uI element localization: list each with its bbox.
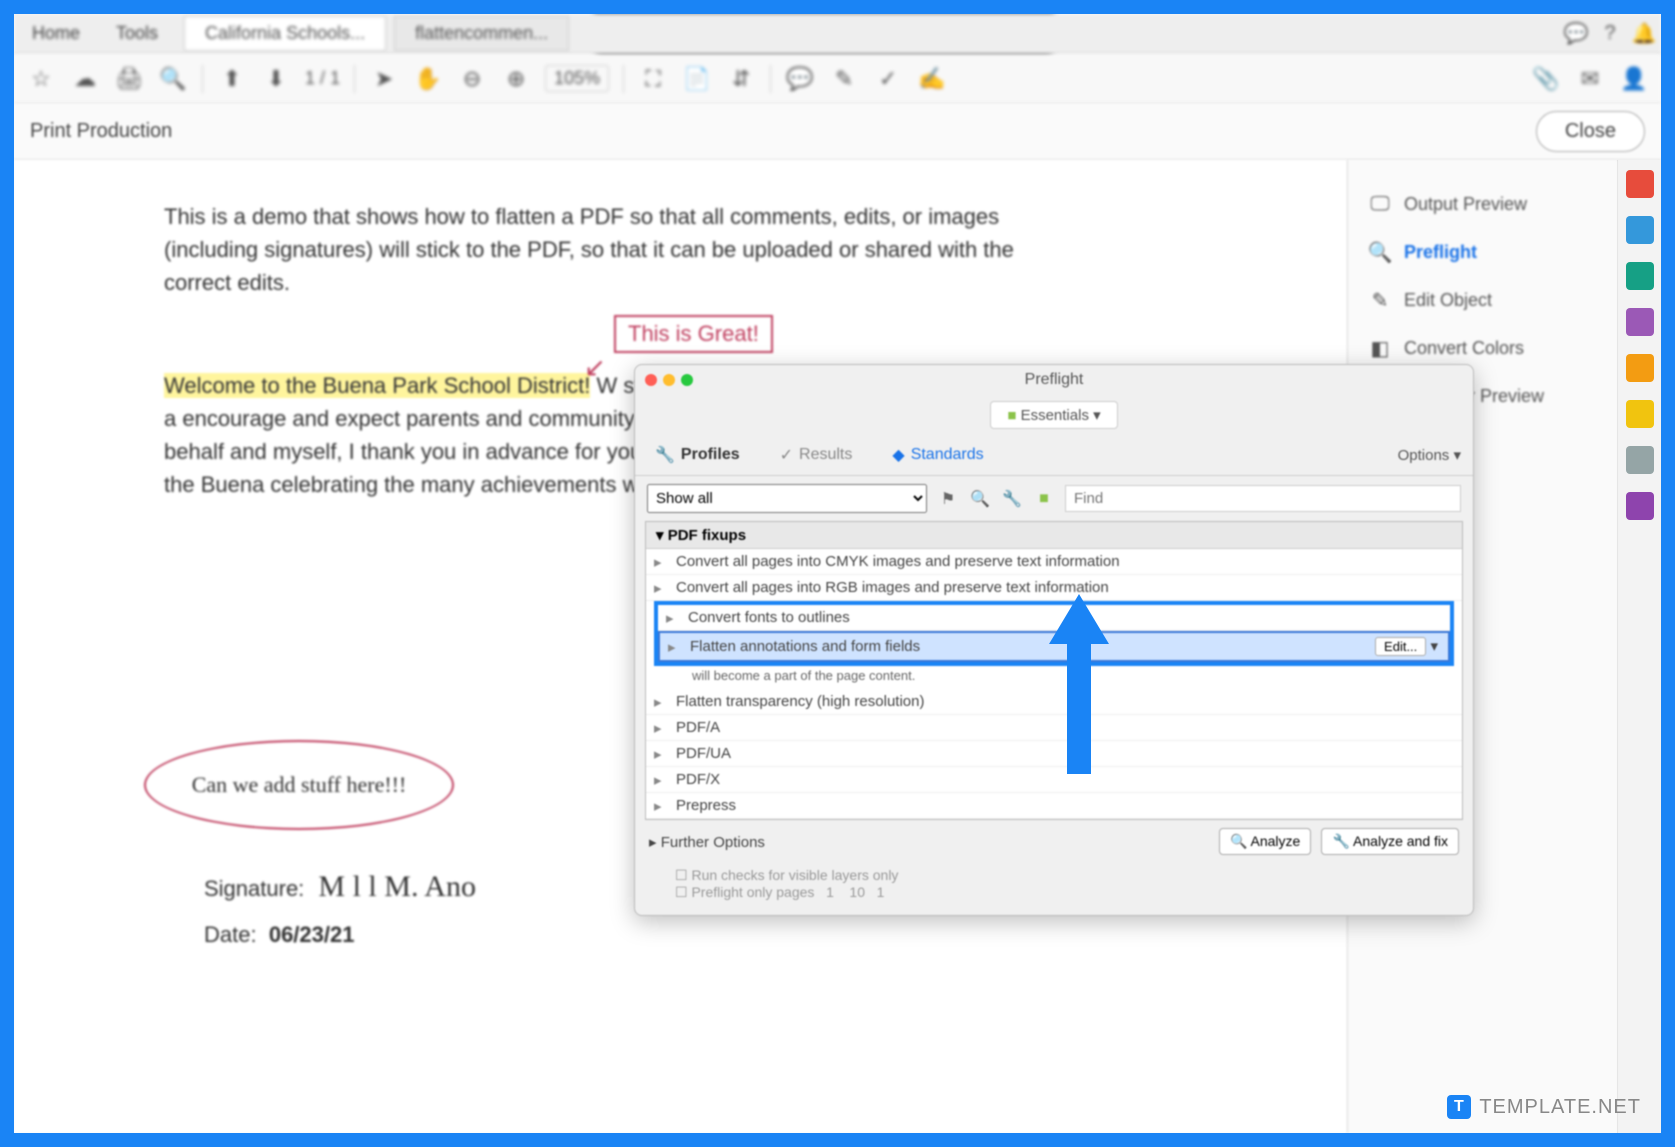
item-prepress[interactable]: Prepress — [646, 793, 1462, 819]
tab-profiles[interactable]: 🔧 Profiles — [647, 441, 748, 469]
pf-title: Preflight — [1025, 371, 1084, 389]
essentials-dropdown[interactable]: ■ Essentials ▾ — [990, 401, 1117, 429]
close-window-icon[interactable] — [645, 374, 657, 386]
further-options[interactable]: ▸ Further Options — [649, 833, 765, 851]
star-icon[interactable]: ☆ — [26, 64, 56, 94]
colors-icon: ◧ — [1368, 336, 1392, 360]
cloud-icon[interactable]: ☁ — [70, 64, 100, 94]
strip-icon-4[interactable] — [1626, 308, 1654, 336]
tab-california[interactable]: California Schools... — [184, 16, 386, 51]
fit-icon[interactable]: ⛶ — [638, 64, 668, 94]
item-pdfa[interactable]: PDF/A — [646, 715, 1462, 741]
pf-list: ▾ PDF fixups Convert all pages into CMYK… — [645, 521, 1463, 820]
find-input[interactable] — [1065, 485, 1461, 512]
strip-icon-1[interactable] — [1626, 170, 1654, 198]
zoom-out-icon[interactable]: ⊖ — [457, 64, 487, 94]
item-outlines[interactable]: Convert fonts to outlines — [658, 605, 1450, 631]
strip-icon-5[interactable] — [1626, 354, 1654, 382]
item-pdfua[interactable]: PDF/UA — [646, 741, 1462, 767]
stamp-icon[interactable]: ✓ — [873, 64, 903, 94]
hand-icon[interactable]: ✋ — [413, 64, 443, 94]
tab-standards[interactable]: ◆ Standards — [884, 441, 991, 469]
sidebar-item-output-preview[interactable]: 🖵Output Preview — [1360, 180, 1605, 228]
print-production-bar: Print Production Close — [14, 104, 1661, 160]
item-rgb[interactable]: Convert all pages into RGB images and pr… — [646, 575, 1462, 601]
close-button[interactable]: Close — [1536, 111, 1645, 152]
toolbar: ☆ ☁ 🖨 🔍 ⬆ ⬇ 1 / 1 ➤ ✋ ⊖ ⊕ 105% ⛶ 📄 ⇵ 💬 ✎… — [14, 54, 1661, 104]
callout-annotation[interactable]: This is Great! — [614, 315, 773, 353]
tabs-row: Home Tools California Schools... flatten… — [14, 14, 1661, 54]
zoom-in-icon[interactable]: ⊕ — [501, 64, 531, 94]
page-indicator: 1 / 1 — [305, 68, 340, 89]
strip-icon-6[interactable] — [1626, 400, 1654, 428]
watermark-text: TEMPLATE.NET — [1479, 1096, 1641, 1119]
tab-flatten[interactable]: flattencommen... — [394, 16, 569, 51]
item-cmyk[interactable]: Convert all pages into CMYK images and p… — [646, 549, 1462, 575]
minimize-window-icon[interactable] — [663, 374, 675, 386]
menu-tools[interactable]: Tools — [98, 23, 176, 44]
pf-options[interactable]: Options ▾ — [1398, 446, 1461, 464]
sig-value: M l l M. Ano — [318, 870, 476, 903]
strip-icon-7[interactable] — [1626, 446, 1654, 474]
preflight-dialog: Preflight ■ Essentials ▾ 🔧 Profiles ✓ Re… — [634, 364, 1474, 916]
doc-para1: This is a demo that shows how to flatten… — [164, 200, 1064, 299]
date-value: 06/23/21 — [269, 922, 355, 947]
callout-arrow-icon: ↙ — [584, 352, 606, 383]
page-icon[interactable]: 📄 — [682, 64, 712, 94]
strip-icon-8[interactable] — [1626, 492, 1654, 520]
maximize-window-icon[interactable] — [681, 374, 693, 386]
menu-home[interactable]: Home — [14, 23, 98, 44]
flag-icon[interactable]: ⚑ — [937, 488, 959, 510]
search-icon[interactable]: 🔍 — [158, 64, 188, 94]
show-all-select[interactable]: Show all — [647, 484, 927, 513]
item-flatten-desc: will become a part of the page content. — [646, 666, 1462, 689]
mail-icon[interactable]: ✉ — [1575, 64, 1605, 94]
sidebar-item-preflight[interactable]: 🔍Preflight — [1360, 228, 1605, 276]
chat-icon[interactable]: 💬 — [1559, 17, 1593, 51]
help-icon[interactable]: ? — [1593, 17, 1627, 51]
user-icon[interactable]: 👤 — [1619, 64, 1649, 94]
sidebar-item-edit-object[interactable]: ✎Edit Object — [1360, 276, 1605, 324]
attach-icon[interactable]: 📎 — [1531, 64, 1561, 94]
watermark: T TEMPLATE.NET — [1447, 1095, 1641, 1119]
signature-area: Signature: M l l M. Ano Date: 06/23/21 — [204, 870, 476, 948]
group-pdf-fixups[interactable]: ▾ PDF fixups — [646, 522, 1462, 549]
pointer-icon[interactable]: ➤ — [369, 64, 399, 94]
print-icon[interactable]: 🖨 — [114, 64, 144, 94]
pf-titlebar: Preflight — [635, 365, 1473, 395]
down-icon[interactable]: ⬇ — [261, 64, 291, 94]
sign-icon[interactable]: ✍ — [917, 64, 947, 94]
highlight-text: Welcome to the Buena Park School Distric… — [164, 373, 590, 398]
preflight-icon: 🔍 — [1368, 240, 1392, 264]
pf-bottom-options: ☐ Run checks for visible layers only ☐ P… — [635, 863, 1473, 915]
zoom-value[interactable]: 105% — [545, 65, 609, 92]
tab-results[interactable]: ✓ Results — [772, 441, 861, 469]
edit-button[interactable]: Edit... — [1375, 637, 1426, 656]
oval-annotation[interactable]: Can we add stuff here!!! — [144, 740, 454, 830]
date-label: Date: — [204, 922, 257, 947]
analyze-fix-button[interactable]: 🔧 Analyze and fix — [1321, 828, 1459, 855]
item-transparency[interactable]: Flatten transparency (high resolution) — [646, 689, 1462, 715]
bell-icon[interactable]: 🔔 — [1627, 17, 1661, 51]
strip-icon-2[interactable] — [1626, 216, 1654, 244]
up-icon[interactable]: ⬆ — [217, 64, 247, 94]
magnify-icon[interactable]: 🔍 — [969, 488, 991, 510]
watermark-logo-icon: T — [1447, 1095, 1471, 1119]
item-pdfx[interactable]: PDF/X — [646, 767, 1462, 793]
strip-icon-3[interactable] — [1626, 262, 1654, 290]
scroll-icon[interactable]: ⇵ — [726, 64, 756, 94]
pen-icon[interactable]: ✎ — [829, 64, 859, 94]
wrench-icon[interactable]: 🔧 — [1001, 488, 1023, 510]
output-icon: 🖵 — [1368, 192, 1392, 216]
square-icon[interactable]: ■ — [1033, 488, 1055, 510]
pp-title: Print Production — [30, 120, 172, 143]
sig-label: Signature: — [204, 876, 304, 901]
item-flatten-annotations[interactable]: Flatten annotations and form fields Edit… — [658, 631, 1450, 662]
comment-icon[interactable]: 💬 — [785, 64, 815, 94]
analyze-button[interactable]: 🔍 Analyze — [1219, 828, 1311, 855]
edit-object-icon: ✎ — [1368, 288, 1392, 312]
right-icon-strip — [1617, 160, 1661, 1133]
